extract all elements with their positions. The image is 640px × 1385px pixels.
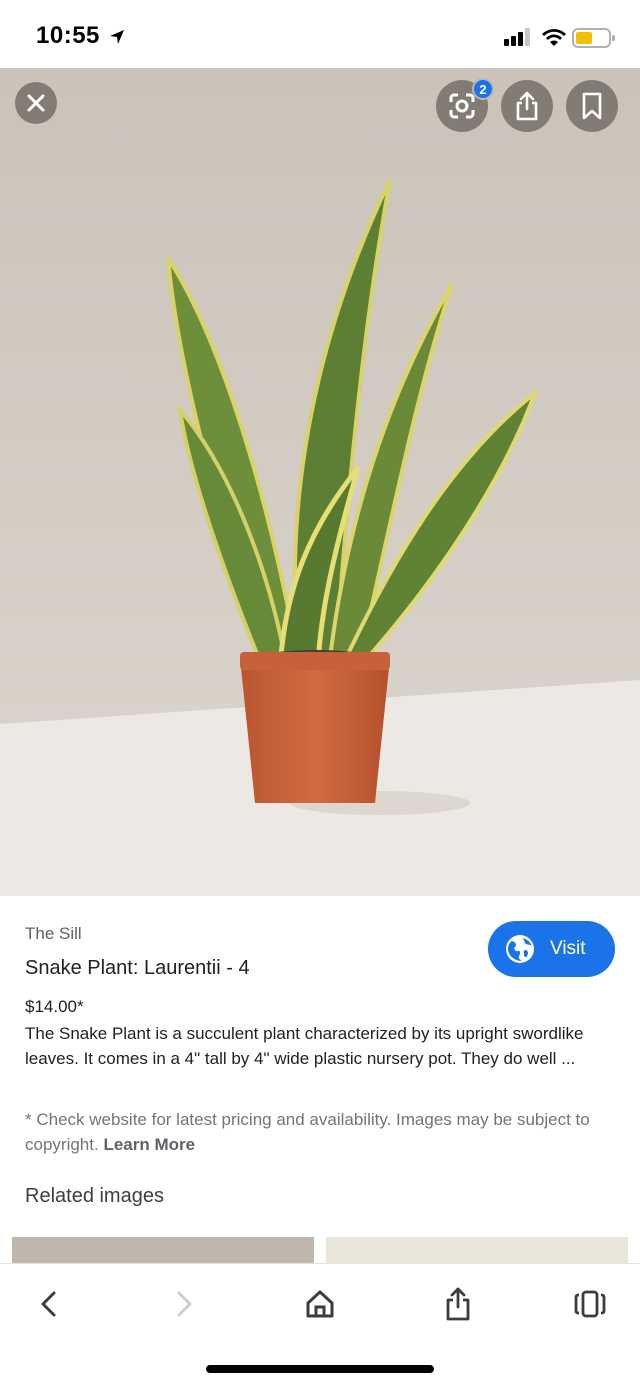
browser-toolbar — [0, 1263, 640, 1385]
plant-image — [0, 68, 640, 896]
visit-label: Visit — [550, 938, 586, 959]
tabs-button[interactable] — [568, 1282, 612, 1326]
lens-count-badge: 2 — [472, 78, 494, 100]
disclaimer: * Check website for latest pricing and a… — [25, 1107, 620, 1157]
result-source[interactable]: The Sill — [25, 924, 82, 944]
visit-button[interactable]: Visit — [488, 921, 615, 977]
save-button[interactable] — [566, 80, 618, 132]
home-icon — [306, 1290, 334, 1318]
share-icon — [516, 91, 538, 121]
status-bar: 10:55 — [0, 0, 640, 68]
bookmark-icon — [582, 92, 602, 120]
close-icon — [27, 94, 45, 112]
home-indicator[interactable] — [206, 1365, 434, 1373]
tabs-icon — [574, 1290, 606, 1318]
forward-button[interactable] — [162, 1282, 206, 1326]
result-price: $14.00* — [25, 997, 84, 1016]
close-button[interactable] — [15, 82, 57, 124]
share-button[interactable] — [501, 80, 553, 132]
home-button[interactable] — [298, 1282, 342, 1326]
back-icon — [41, 1291, 56, 1317]
back-button[interactable] — [27, 1282, 71, 1326]
forward-icon — [177, 1291, 192, 1317]
location-arrow-icon — [110, 30, 124, 44]
result-info-panel: The Sill Snake Plant: Laurentii - 4 Visi… — [0, 896, 640, 1267]
share-icon — [446, 1287, 470, 1321]
snake-plant-illustration — [0, 68, 640, 896]
result-description: The Snake Plant is a succulent plant cha… — [25, 1024, 584, 1068]
learn-more-link[interactable]: Learn More — [103, 1135, 195, 1154]
lens-icon — [449, 93, 475, 119]
share-page-button[interactable] — [436, 1282, 480, 1326]
status-time: 10:55 — [36, 22, 100, 49]
wifi-icon — [542, 29, 566, 46]
result-title[interactable]: Snake Plant: Laurentii - 4 — [25, 957, 250, 980]
battery-icon — [572, 28, 615, 48]
related-images-heading: Related images — [25, 1185, 164, 1207]
cellular-signal-icon — [504, 28, 530, 46]
globe-icon — [506, 935, 534, 963]
